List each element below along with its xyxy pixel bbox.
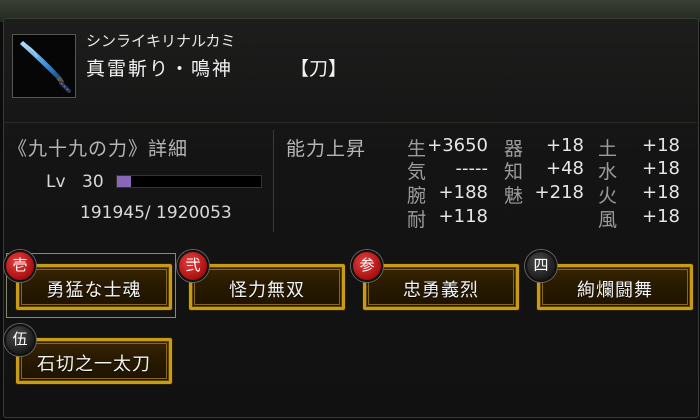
exp-progress-bar [116,175,262,188]
stat-label-strength: 腕 [407,185,427,207]
stat-value-spirit: ----- [455,158,488,179]
weapon-kana-reading: シンライキリナルカミ [86,32,236,50]
stat-label-intellect: 知 [504,161,524,183]
stat-value-charm: +218 [534,182,584,203]
stat-label-spirit: 気 [407,161,427,183]
stat-value-endurance: +118 [438,206,488,227]
weapon-type: 【刀】 [290,58,348,80]
stat-label-fire: 火 [598,185,618,207]
exp-text: 191945/ 1920053 [80,203,232,223]
skill-label: 石切之一太刀 [37,354,151,375]
skill-badge-4: 四 [525,250,557,282]
stat-label-endurance: 耐 [407,209,427,231]
stat-label-charm: 魅 [504,185,524,207]
stat-value-water: +18 [642,158,680,179]
weapon-name: 真雷斬り・鳴神 [86,58,234,80]
stat-title: 能力上昇 [286,138,367,160]
skill-badge-3: 参 [351,250,383,282]
katana-icon [12,34,76,98]
stat-value-fire: +18 [642,182,680,203]
stat-value-earth: +18 [642,135,680,156]
skill-button-2[interactable]: 怪力無双 [189,264,345,310]
skill-label: 忠勇義烈 [403,280,479,301]
stat-label-water: 水 [598,161,618,183]
skill-button-4[interactable]: 絢爛闘舞 [537,264,693,310]
exp-progress-fill [117,176,132,187]
stat-value-intellect: +48 [546,158,584,179]
stat-value-dexterity: +18 [546,135,584,156]
skill-label: 怪力無双 [229,280,305,301]
skill-badge-2: 弐 [177,250,209,282]
detail-title: 《九十九の力》詳細 [8,138,189,160]
level-label: Lv [46,172,66,192]
skill-button-3[interactable]: 忠勇義烈 [363,264,519,310]
skill-button-5[interactable]: 石切之一太刀 [16,338,172,384]
skill-label: 絢爛闘舞 [577,280,653,301]
header-divider [3,122,697,123]
skill-badge-1: 壱 [4,250,36,282]
stat-value-wind: +18 [642,206,680,227]
level-value: 30 [82,172,104,192]
skill-button-1[interactable]: 勇猛な士魂 [16,264,172,310]
skill-label: 勇猛な士魂 [46,280,142,301]
section-divider [273,130,274,232]
stat-value-life: +3650 [427,135,488,156]
stat-value-strength: +188 [438,182,488,203]
stat-label-wind: 風 [598,209,618,231]
skill-badge-5: 伍 [4,324,36,356]
